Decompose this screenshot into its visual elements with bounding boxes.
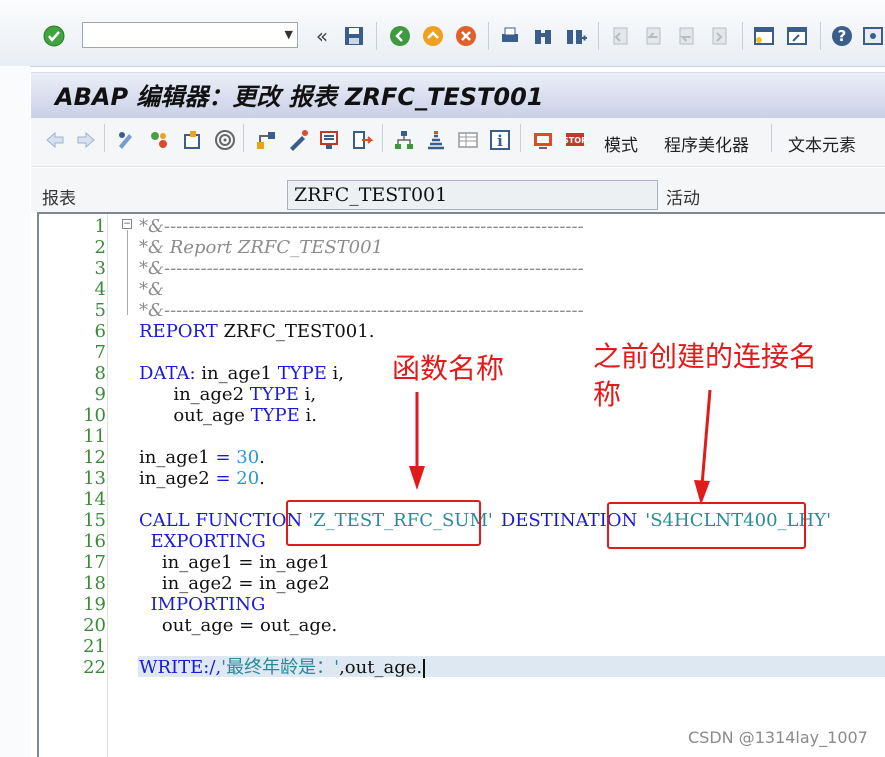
watermark: CSDN @1314lay_1007 xyxy=(688,728,868,747)
annotation-arrows xyxy=(409,389,712,505)
